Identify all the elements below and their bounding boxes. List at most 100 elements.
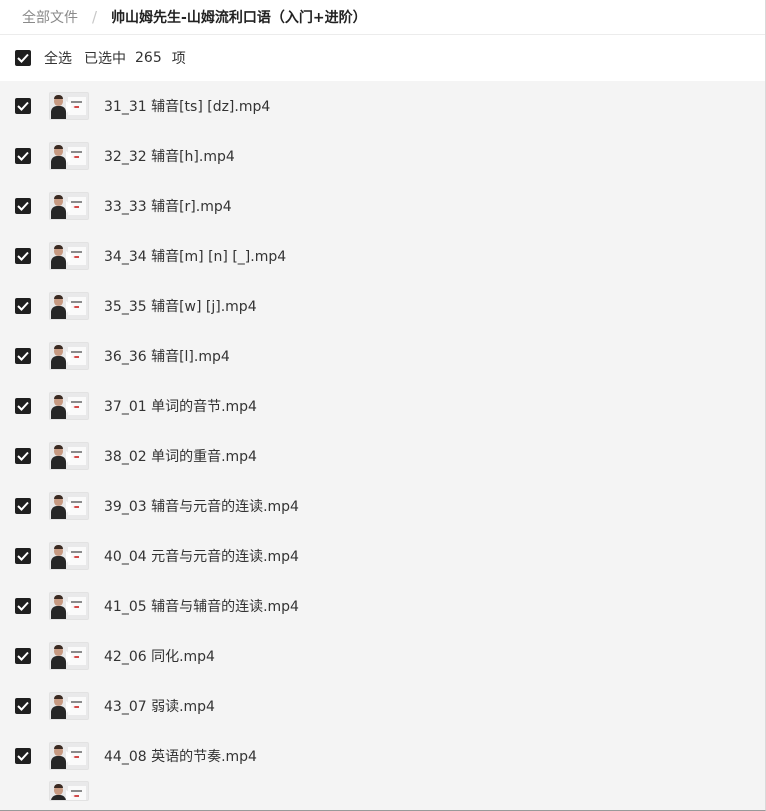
play-icon (66, 551, 75, 563)
select-all-checkbox[interactable] (15, 50, 31, 66)
select-all-label[interactable]: 全选 (44, 48, 72, 68)
file-name[interactable]: 31_31 辅音[ts] [dz].mp4 (104, 96, 270, 116)
play-icon (66, 201, 75, 213)
video-thumbnail-icon[interactable] (49, 292, 89, 320)
file-row[interactable]: 41_05 辅音与辅音的连读.mp4 (0, 581, 765, 631)
checkmark-icon (17, 301, 29, 311)
checkmark-icon (17, 201, 29, 211)
video-thumbnail-icon[interactable] (49, 781, 89, 801)
file-row[interactable]: 43_07 弱读.mp4 (0, 681, 765, 731)
video-thumbnail-icon[interactable] (49, 192, 89, 220)
video-thumbnail-icon[interactable] (49, 242, 89, 270)
file-row[interactable]: 42_06 同化.mp4 (0, 631, 765, 681)
play-icon (66, 651, 75, 663)
video-thumbnail-icon[interactable] (49, 592, 89, 620)
file-checkbox[interactable] (15, 398, 31, 414)
checkmark-icon (17, 701, 29, 711)
checkmark-icon (17, 601, 29, 611)
file-row[interactable]: 36_36 辅音[l].mp4 (0, 331, 765, 381)
file-row[interactable]: 32_32 辅音[h].mp4 (0, 131, 765, 181)
play-icon (66, 790, 75, 800)
breadcrumb-current-folder: 帅山姆先生-山姆流利口语（入门+进阶） (111, 10, 367, 26)
file-row[interactable]: 35_35 辅音[w] [j].mp4 (0, 281, 765, 331)
checkmark-icon (17, 501, 29, 511)
file-checkbox[interactable] (15, 448, 31, 464)
file-checkbox[interactable] (15, 148, 31, 164)
checkmark-icon (17, 651, 29, 661)
checkmark-icon (17, 451, 29, 461)
play-icon (66, 401, 75, 413)
file-list: 31_31 辅音[ts] [dz].mp4 32_32 辅音[h].mp4 33_3… (0, 81, 765, 810)
play-icon (66, 301, 75, 313)
file-name[interactable]: 44_08 英语的节奏.mp4 (104, 746, 257, 766)
checkmark-icon (17, 401, 29, 411)
selected-suffix: 项 (171, 51, 186, 67)
file-checkbox[interactable] (15, 198, 31, 214)
file-name[interactable]: 34_34 辅音[m] [n] [_].mp4 (104, 246, 286, 266)
file-row[interactable]: 34_34 辅音[m] [n] [_].mp4 (0, 231, 765, 281)
file-name[interactable]: 37_01 单词的音节.mp4 (104, 396, 257, 416)
breadcrumb-root-link[interactable]: 全部文件 (22, 7, 78, 27)
video-thumbnail-icon[interactable] (49, 92, 89, 120)
file-name[interactable]: 38_02 单词的重音.mp4 (104, 446, 257, 466)
checkmark-icon (17, 53, 29, 63)
video-thumbnail-icon[interactable] (49, 542, 89, 570)
selected-count: 265 (135, 50, 162, 66)
file-checkbox[interactable] (15, 748, 31, 764)
selection-bar: 全选 已选中 265 项 (0, 35, 765, 81)
file-row[interactable]: 33_33 辅音[r].mp4 (0, 181, 765, 231)
play-icon (66, 151, 75, 163)
file-checkbox[interactable] (15, 98, 31, 114)
checkmark-icon (17, 751, 29, 761)
file-name[interactable]: 32_32 辅音[h].mp4 (104, 146, 235, 166)
file-row[interactable] (0, 781, 765, 801)
file-browser: 全部文件 / 帅山姆先生-山姆流利口语（入门+进阶） 全选 已选中 265 项 … (0, 0, 766, 811)
play-icon (66, 601, 75, 613)
video-thumbnail-icon[interactable] (49, 342, 89, 370)
video-thumbnail-icon[interactable] (49, 742, 89, 770)
play-icon (66, 451, 75, 463)
video-thumbnail-icon[interactable] (49, 142, 89, 170)
file-checkbox[interactable] (15, 248, 31, 264)
checkmark-icon (17, 251, 29, 261)
file-name[interactable]: 33_33 辅音[r].mp4 (104, 196, 232, 216)
file-checkbox[interactable] (15, 648, 31, 664)
file-checkbox[interactable] (15, 348, 31, 364)
file-name[interactable]: 42_06 同化.mp4 (104, 646, 215, 666)
file-name[interactable]: 40_04 元音与元音的连读.mp4 (104, 546, 299, 566)
file-checkbox[interactable] (15, 598, 31, 614)
file-checkbox[interactable] (15, 698, 31, 714)
play-icon (66, 351, 75, 363)
play-icon (66, 701, 75, 713)
checkmark-icon (17, 551, 29, 561)
file-row[interactable]: 38_02 单词的重音.mp4 (0, 431, 765, 481)
breadcrumb: 全部文件 / 帅山姆先生-山姆流利口语（入门+进阶） (0, 0, 765, 35)
file-row[interactable]: 40_04 元音与元音的连读.mp4 (0, 531, 765, 581)
video-thumbnail-icon[interactable] (49, 492, 89, 520)
breadcrumb-separator: / (92, 8, 98, 26)
play-icon (66, 101, 75, 113)
selected-prefix: 已选中 (84, 51, 126, 67)
file-row[interactable]: 31_31 辅音[ts] [dz].mp4 (0, 81, 765, 131)
file-name[interactable]: 35_35 辅音[w] [j].mp4 (104, 296, 257, 316)
video-thumbnail-icon[interactable] (49, 642, 89, 670)
file-checkbox[interactable] (15, 298, 31, 314)
video-thumbnail-icon[interactable] (49, 442, 89, 470)
checkmark-icon (17, 351, 29, 361)
play-icon (66, 251, 75, 263)
play-icon (66, 751, 75, 763)
video-thumbnail-icon[interactable] (49, 692, 89, 720)
play-icon (66, 501, 75, 513)
video-thumbnail-icon[interactable] (49, 392, 89, 420)
file-checkbox[interactable] (15, 498, 31, 514)
file-name[interactable]: 39_03 辅音与元音的连读.mp4 (104, 496, 299, 516)
checkmark-icon (17, 101, 29, 111)
file-name[interactable]: 41_05 辅音与辅音的连读.mp4 (104, 596, 299, 616)
file-name[interactable]: 43_07 弱读.mp4 (104, 696, 215, 716)
checkmark-icon (17, 151, 29, 161)
file-row[interactable]: 44_08 英语的节奏.mp4 (0, 731, 765, 781)
file-checkbox[interactable] (15, 548, 31, 564)
file-name[interactable]: 36_36 辅音[l].mp4 (104, 346, 230, 366)
file-row[interactable]: 37_01 单词的音节.mp4 (0, 381, 765, 431)
file-row[interactable]: 39_03 辅音与元音的连读.mp4 (0, 481, 765, 531)
